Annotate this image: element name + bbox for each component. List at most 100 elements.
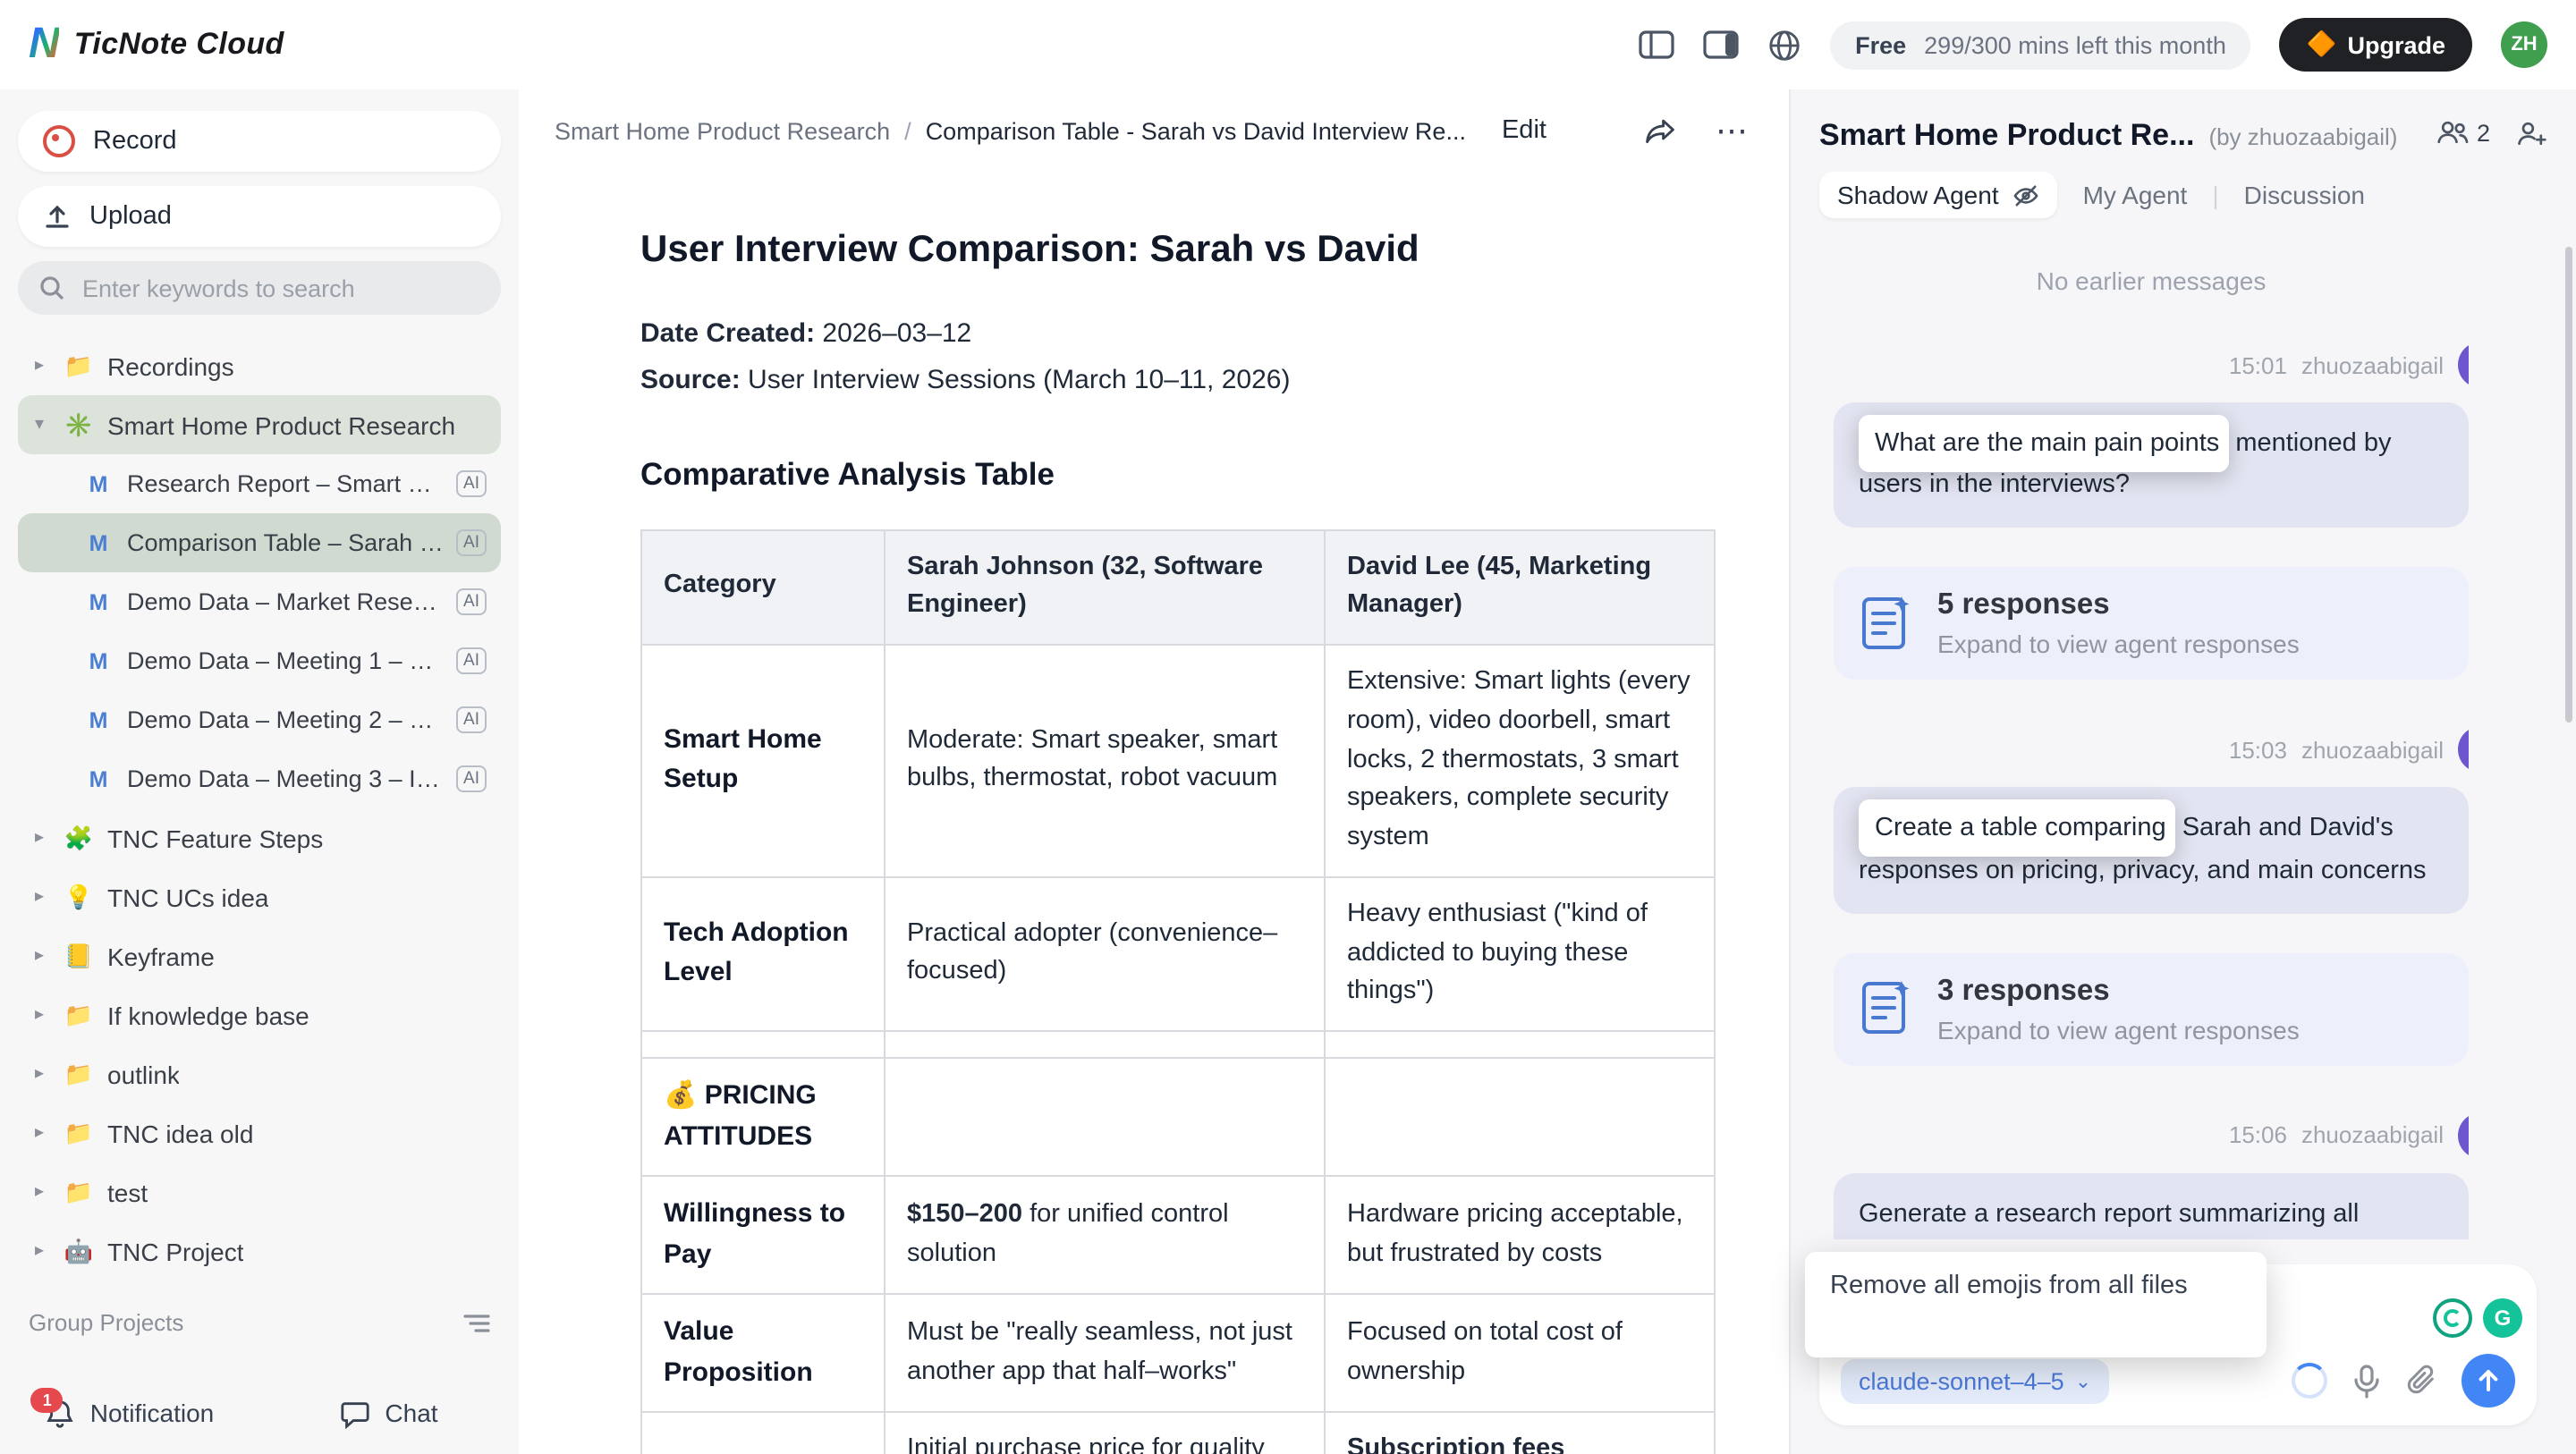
globe-icon[interactable] [1767, 28, 1801, 62]
chevron-down-icon: ⌄ [2075, 1369, 2091, 1392]
tab-my-agent[interactable]: My Agent [2083, 181, 2188, 209]
chevron-right-icon: ▸ [29, 1123, 50, 1143]
message-meta: 15:01 zhuozaabigail ZH [1834, 342, 2469, 388]
tree-item-smart-home-product-research[interactable]: ▾ ✳️ Smart Home Product Research [18, 395, 501, 454]
tree-item-tnc-ucs-idea[interactable]: ▸ 💡 TNC UCs idea [18, 867, 501, 926]
upload-button[interactable]: Upload [18, 186, 501, 247]
tree-item-outlink[interactable]: ▸ 📁 outlink [18, 1044, 501, 1103]
chat-tab[interactable]: Chat [259, 1398, 519, 1428]
tab-shadow-agent[interactable]: Shadow Agent [1819, 172, 2058, 218]
breadcrumb-current: Comparison Table - Sarah vs David Interv… [926, 117, 1466, 144]
sidebar: Record Upload ▸ 📁 Recordings ▾ ✳️ Smart [0, 89, 519, 1454]
tree-item-if-knowledge-base[interactable]: ▸ 📁 If knowledge base [18, 985, 501, 1044]
document-area: Smart Home Product Research / Comparison… [519, 89, 1789, 1454]
share-icon[interactable] [1644, 116, 1676, 145]
ai-badge: AI [456, 765, 487, 793]
record-label: Record [93, 127, 177, 156]
model-selector[interactable]: claude-sonnet–4–5 ⌄ [1841, 1358, 2109, 1403]
panel-tabs: Shadow Agent My Agent | Discussion [1791, 165, 2576, 218]
tab-discussion[interactable]: Discussion [2244, 181, 2365, 209]
folder-icon: 📁 [63, 1060, 95, 1088]
table-row: Initial purchase price for quality Subsc… [641, 1412, 1715, 1454]
record-button[interactable]: Record [18, 111, 501, 172]
search-bar[interactable] [18, 261, 501, 315]
date-created-line: Date Created: 2026–03–12 [640, 311, 1753, 359]
chevron-right-icon: ▸ [29, 887, 50, 907]
chevron-right-icon: ▸ [29, 828, 50, 848]
tree-item-research-report[interactable]: M Research Report – Smart H... AI [18, 454, 501, 513]
folder-icon: 📁 [63, 351, 95, 380]
avatar: ZH [2458, 342, 2469, 388]
gem-icon: 🔶 [2307, 30, 2337, 59]
browser-extension-icons: G [2433, 1298, 2522, 1338]
chat-thread: No earlier messages 15:01 zhuozaabigail … [1834, 234, 2469, 1239]
toggle-left-panel-icon[interactable] [1639, 30, 1674, 59]
user-avatar[interactable]: ZH [2501, 21, 2547, 68]
chevron-right-icon: ▸ [29, 946, 50, 966]
response-document-icon [1859, 979, 1912, 1040]
group-projects-label: Group Projects [29, 1309, 183, 1336]
tree-item-demo-meeting-2[interactable]: M Demo Data – Meeting 2 – U... AI [18, 690, 501, 749]
microphone-icon[interactable] [2352, 1364, 2381, 1398]
chevron-down-icon: ▾ [29, 415, 50, 435]
tree-item-keyframe[interactable]: ▸ 📒 Keyframe [18, 926, 501, 985]
markdown-icon: M [82, 589, 114, 614]
tree-item-demo-market-research[interactable]: M Demo Data – Market Resea... AI [18, 572, 501, 631]
tree-item-tnc-project[interactable]: ▸ 🤖 TNC Project [18, 1222, 501, 1281]
record-icon [43, 125, 75, 157]
grammarly-icon[interactable]: G [2483, 1298, 2522, 1338]
app-logo: N TicNote Cloud [29, 23, 284, 66]
tree-item-tnc-feature-steps[interactable]: ▸ 🧩 TNC Feature Steps [18, 808, 501, 867]
col-header-sarah: Sarah Johnson (32, Software Engineer) [885, 529, 1325, 645]
notification-count-badge: 1 [31, 1387, 64, 1412]
notification-label: Notification [90, 1399, 215, 1427]
breadcrumb-parent[interactable]: Smart Home Product Research [555, 117, 890, 144]
chat-label: Chat [385, 1399, 437, 1427]
search-input[interactable] [79, 273, 479, 303]
ai-badge: AI [456, 588, 487, 616]
upload-icon [43, 202, 72, 231]
agent-responses-card[interactable]: 5 responses Expand to view agent respons… [1834, 568, 2469, 681]
plan-label: Free [1855, 31, 1906, 58]
section-title: Comparative Analysis Table [640, 455, 1753, 493]
tree-item-comparison-table[interactable]: M Comparison Table – Sarah v... AI [18, 513, 501, 572]
extension-icon[interactable] [2433, 1298, 2472, 1338]
loading-spinner-icon [2292, 1363, 2327, 1399]
tree-item-test[interactable]: ▸ 📁 test [18, 1162, 501, 1222]
document-body: User Interview Comparison: Sarah vs Davi… [519, 229, 1789, 1454]
toggle-right-panel-icon[interactable] [1703, 30, 1739, 59]
tree-item-recordings[interactable]: ▸ 📁 Recordings [18, 336, 501, 395]
folder-icon: 📁 [63, 1178, 95, 1206]
tree-item-tnc-idea-old[interactable]: ▸ 📁 TNC idea old [18, 1103, 501, 1162]
chevron-right-icon: ▸ [29, 1005, 50, 1025]
collapse-list-icon[interactable] [463, 1312, 490, 1333]
table-spacer-row [641, 1031, 1715, 1058]
col-header-category: Category [641, 529, 885, 645]
notification-tab[interactable]: 1 Notification [0, 1398, 259, 1428]
collaborators-button[interactable]: 2 [2437, 119, 2490, 146]
upgrade-button[interactable]: 🔶 Upgrade [2280, 18, 2472, 72]
more-options-icon[interactable]: ⋯ [1716, 114, 1750, 147]
project-icon: ✳️ [63, 410, 95, 439]
scrollbar-thumb[interactable] [2565, 247, 2572, 723]
logo-icon: N [29, 23, 60, 66]
tree-item-demo-meeting-3[interactable]: M Demo Data – Meeting 3 – In... AI [18, 749, 501, 808]
top-bar: N TicNote Cloud Free 299/300 mins left t… [0, 0, 2576, 89]
chevron-right-icon: ▸ [29, 356, 50, 376]
expand-responses-label: Expand to view agent responses [1937, 1016, 2300, 1044]
attachment-icon[interactable] [2406, 1365, 2436, 1397]
tree-item-demo-meeting-1[interactable]: M Demo Data – Meeting 1 – U... AI [18, 631, 501, 690]
file-tree: ▸ 📁 Recordings ▾ ✳️ Smart Home Product R… [18, 336, 501, 1281]
send-button[interactable] [2462, 1354, 2515, 1408]
upload-label: Upload [89, 202, 172, 231]
agent-responses-card[interactable]: 3 responses Expand to view agent respons… [1834, 953, 2469, 1066]
invite-user-icon[interactable] [2515, 119, 2547, 146]
breadcrumb-separator: / [904, 117, 911, 144]
plan-usage-pill: Free 299/300 mins left this month [1830, 21, 2251, 69]
chevron-right-icon: ▸ [29, 1182, 50, 1202]
eye-off-icon[interactable] [2013, 183, 2040, 207]
edit-button[interactable]: Edit [1502, 116, 1546, 145]
no-earlier-messages: No earlier messages [1834, 266, 2469, 295]
group-projects-section: Group Projects [18, 1309, 501, 1336]
minutes-left-label: 299/300 mins left this month [1924, 31, 2226, 58]
